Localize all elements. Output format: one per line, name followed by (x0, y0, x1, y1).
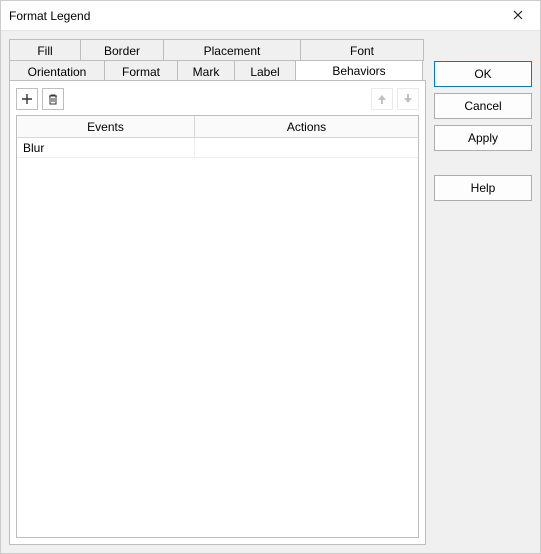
tab-label: Mark (193, 65, 220, 79)
behaviors-toolbar (16, 87, 419, 111)
behaviors-grid: Events Actions Blur (16, 115, 419, 538)
trash-icon (47, 93, 59, 105)
tab-orientation[interactable]: Orientation (9, 60, 105, 82)
tab-label: Fill (37, 44, 52, 58)
tab-mark[interactable]: Mark (177, 60, 235, 82)
tab-label: Label (250, 65, 279, 79)
title-bar: Format Legend (1, 1, 540, 31)
tab-label: Font (350, 44, 374, 58)
tab-behaviors[interactable]: Behaviors (295, 60, 423, 82)
close-icon (513, 8, 523, 23)
button-gap (434, 157, 532, 169)
close-button[interactable] (495, 1, 540, 31)
button-label: Cancel (464, 99, 501, 113)
tab-panel-behaviors: Events Actions Blur (9, 80, 426, 545)
tab-fill[interactable]: Fill (9, 39, 81, 61)
grid-header: Events Actions (17, 116, 418, 138)
tab-label: Format (122, 65, 160, 79)
plus-icon (21, 93, 33, 105)
button-label: Apply (468, 131, 498, 145)
apply-button[interactable]: Apply (434, 125, 532, 151)
table-row[interactable]: Blur (17, 138, 418, 158)
cell-event[interactable]: Blur (17, 138, 195, 157)
tab-strip: Fill Border Placement Font Orientation F… (9, 39, 426, 81)
grid-body: Blur (17, 138, 418, 537)
add-button[interactable] (16, 88, 38, 110)
help-button[interactable]: Help (434, 175, 532, 201)
move-up-button[interactable] (371, 88, 393, 110)
tab-font[interactable]: Font (300, 39, 424, 61)
cancel-button[interactable]: Cancel (434, 93, 532, 119)
col-header-events[interactable]: Events (17, 116, 195, 137)
tab-label-tab[interactable]: Label (234, 60, 296, 82)
client-area: Fill Border Placement Font Orientation F… (1, 31, 540, 553)
dialog-buttons: OK Cancel Apply Help (434, 39, 532, 545)
cell-action[interactable] (195, 138, 418, 157)
tab-area: Fill Border Placement Font Orientation F… (9, 39, 426, 545)
tab-label: Orientation (28, 65, 87, 79)
button-label: OK (474, 67, 491, 81)
dialog-window: Format Legend Fill Border Placement Font… (0, 0, 541, 554)
delete-button[interactable] (42, 88, 64, 110)
arrow-up-icon (376, 93, 388, 105)
tab-label: Behaviors (332, 64, 385, 78)
tab-label: Placement (204, 44, 261, 58)
move-down-button[interactable] (397, 88, 419, 110)
button-label: Help (471, 181, 496, 195)
tab-label: Border (104, 44, 140, 58)
window-title: Format Legend (9, 9, 495, 23)
tab-format[interactable]: Format (104, 60, 178, 82)
tab-border[interactable]: Border (80, 39, 164, 61)
tab-placement[interactable]: Placement (163, 39, 301, 61)
ok-button[interactable]: OK (434, 61, 532, 87)
col-header-actions[interactable]: Actions (195, 116, 418, 137)
arrow-down-icon (402, 93, 414, 105)
